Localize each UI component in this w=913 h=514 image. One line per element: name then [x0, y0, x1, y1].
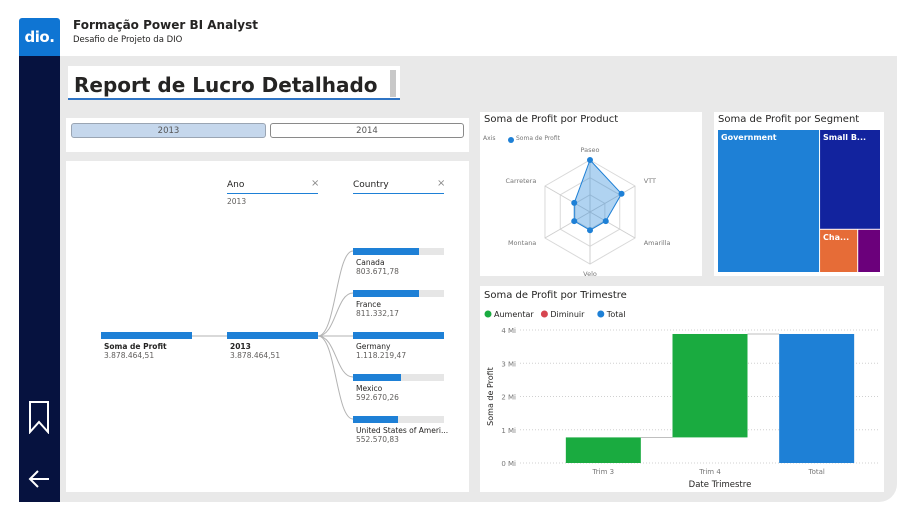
y-tick-label: 3 Mi [501, 360, 516, 368]
radar-chart[interactable]: Paseo VTT Amarilla Velo Montana Carretera [480, 112, 702, 276]
legend-marker [484, 310, 492, 318]
waterfall-bar[interactable] [779, 333, 855, 463]
x-tick-label: Trim 3 [592, 468, 615, 476]
country-label: Germany [356, 342, 391, 351]
radar-point[interactable] [587, 157, 593, 163]
radar-point[interactable] [587, 227, 593, 234]
radar-point[interactable] [618, 190, 625, 197]
country-bar[interactable] [353, 248, 419, 255]
treemap-cell-label: Cha... [823, 233, 849, 242]
radar-axis-label: Amarilla [644, 239, 671, 247]
treemap-cell[interactable] [858, 229, 880, 272]
level1-header-underline [227, 193, 318, 194]
x-tick-label: Trim 4 [698, 468, 721, 476]
x-tick-label: Total [807, 468, 824, 476]
treemap-chart[interactable]: Government Small B... Cha... [714, 112, 884, 276]
treemap-cell-label: Small B... [823, 133, 866, 142]
waterfall-bar[interactable] [672, 333, 748, 438]
country-label: France [356, 300, 381, 309]
waterfall-bar[interactable] [565, 437, 641, 463]
radar-axis-label: Carretera [505, 177, 536, 185]
waterfall-title: Soma de Profit por Trimestre [484, 290, 627, 301]
country-bar[interactable] [353, 332, 444, 339]
y-axis-label: Soma de Profit [486, 367, 495, 426]
country-value: 1.118.219,47 [356, 351, 407, 360]
page-title: Report de Lucro Detalhado [74, 73, 378, 97]
dio-logo: dio. [19, 18, 60, 56]
legend-label: Diminuir [550, 310, 585, 319]
level2-header-underline [353, 193, 444, 194]
level1-header[interactable]: Ano [227, 180, 244, 190]
back-arrow-icon[interactable] [26, 466, 52, 492]
root-bar[interactable] [101, 332, 192, 339]
y-tick-label: 1 Mi [501, 427, 516, 435]
radar-axis-label: Montana [508, 239, 536, 247]
country-label: United States of Ameri... [356, 426, 449, 435]
legend-marker [597, 310, 605, 318]
left-nav [19, 56, 60, 502]
country-label: Canada [356, 258, 385, 267]
country-value: 592.670,26 [356, 393, 399, 402]
title-accent-bar [390, 70, 396, 97]
country-value: 811.332,17 [356, 309, 399, 318]
level1-label: 2013 [230, 342, 251, 351]
treemap-cell[interactable] [820, 130, 880, 229]
y-tick-label: 4 Mi [501, 327, 516, 335]
radar-point[interactable] [571, 218, 578, 225]
app-subtitle: Desafio de Projeto da DIO [73, 35, 183, 45]
legend-label: Total [606, 310, 626, 319]
country-value: 552.570,83 [356, 435, 399, 444]
y-tick-label: 0 Mi [501, 460, 516, 468]
slicer-option-2014[interactable]: 2014 [270, 123, 464, 138]
decomposition-tree [66, 161, 469, 492]
level1-bar[interactable] [227, 332, 318, 339]
country-value: 803.671,78 [356, 267, 399, 276]
x-axis-label: Date Trimestre [689, 480, 752, 490]
level2-close-icon[interactable]: × [437, 178, 445, 189]
level1-filter: 2013 [227, 197, 247, 206]
radar-axis-label: Velo [583, 270, 597, 276]
level1-value: 3.878.464,51 [230, 351, 281, 360]
treemap-cell-label: Government [721, 133, 777, 142]
waterfall-chart[interactable]: Soma de Profit por Trimestre Aumentar Dimi… [480, 286, 884, 492]
level2-header[interactable]: Country [353, 180, 389, 190]
slicer-option-2013[interactable]: 2013 [71, 123, 266, 138]
root-label: Soma de Profit [104, 342, 167, 351]
country-bar[interactable] [353, 290, 419, 297]
country-bar[interactable] [353, 374, 401, 381]
treemap-cell[interactable] [718, 130, 820, 272]
legend-label: Aumentar [494, 310, 534, 319]
country-label: Mexico [356, 384, 383, 393]
radar-axis-label: Paseo [581, 146, 600, 154]
radar-point[interactable] [571, 199, 578, 206]
y-tick-label: 2 Mi [501, 394, 516, 402]
app-title: Formação Power BI Analyst [73, 18, 258, 32]
top-bar: dio. Formação Power BI Analyst Desafio d… [0, 0, 913, 56]
legend-marker [540, 310, 548, 318]
country-bar[interactable] [353, 416, 398, 423]
bookmark-icon[interactable] [28, 400, 50, 434]
radar-point[interactable] [602, 218, 609, 225]
radar-series-area[interactable] [573, 159, 623, 231]
root-value: 3.878.464,51 [104, 351, 155, 360]
radar-axis-label: VTT [644, 177, 656, 185]
level1-close-icon[interactable]: × [311, 178, 319, 189]
